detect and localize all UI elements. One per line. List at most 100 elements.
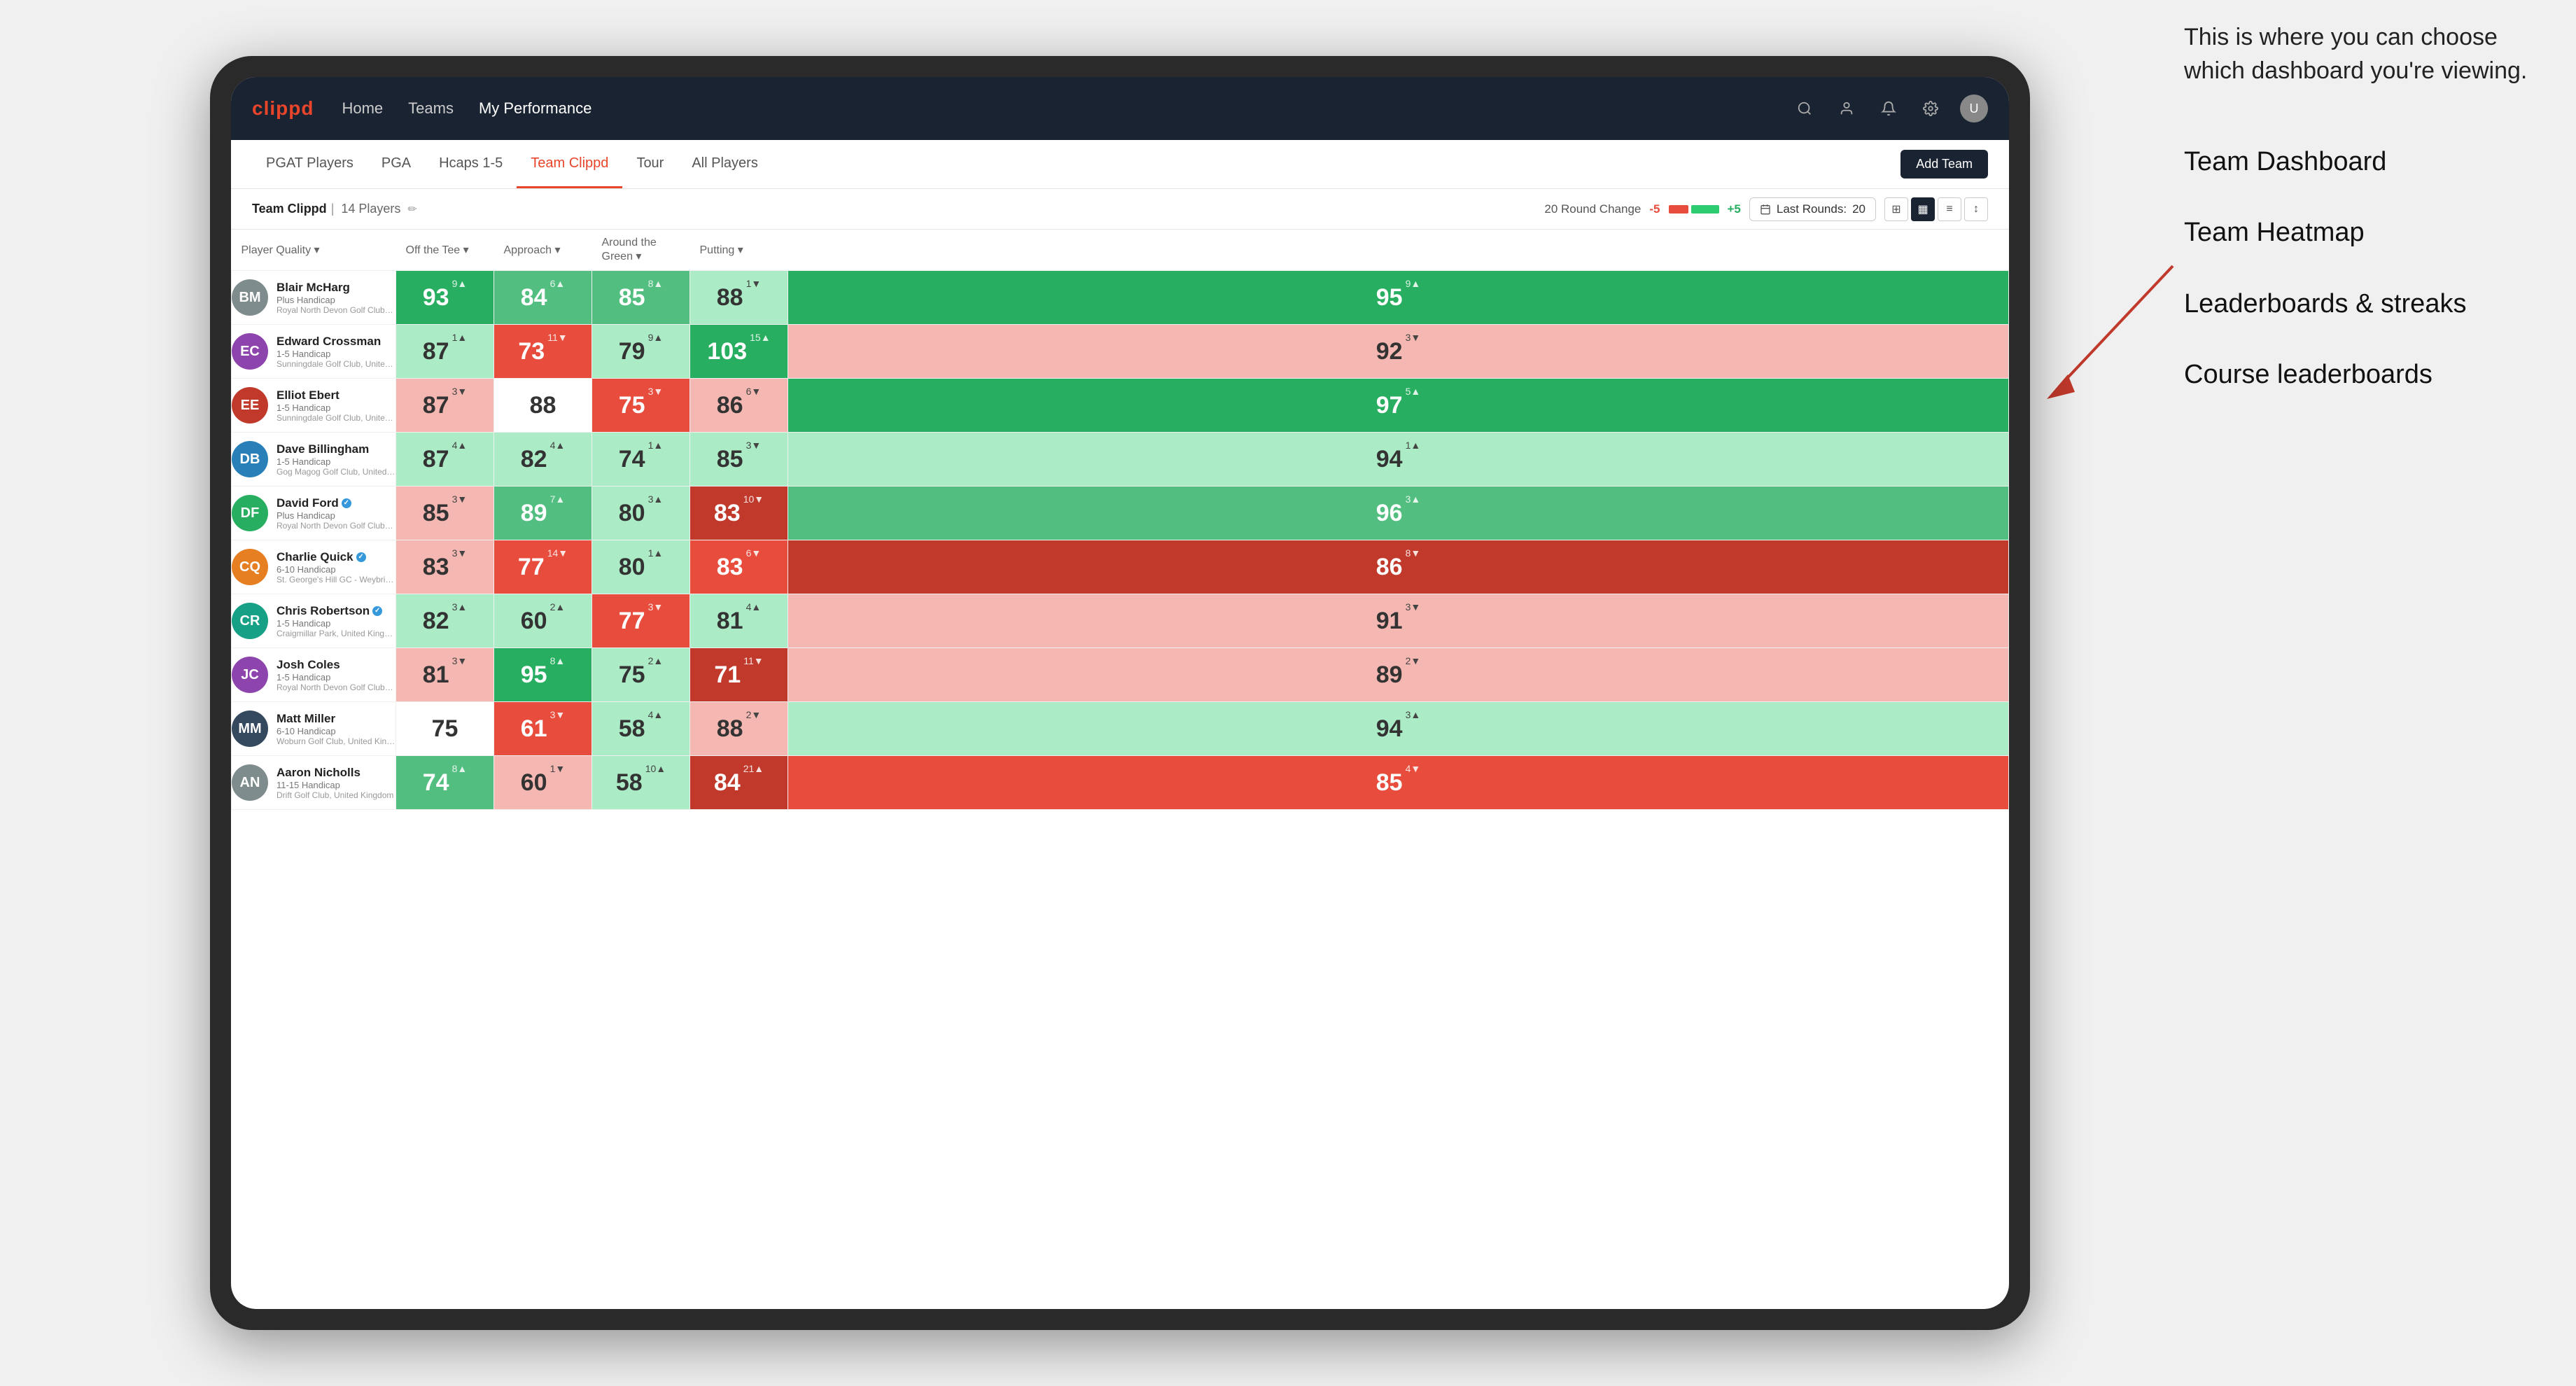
- table-row[interactable]: EC Edward Crossman 1-5 Handicap Sunningd…: [232, 325, 2009, 379]
- player-club: Woburn Golf Club, United Kingdom: [276, 736, 396, 746]
- table-row[interactable]: JC Josh Coles 1-5 Handicap Royal North D…: [232, 648, 2009, 702]
- player-avatar: DB: [232, 441, 268, 477]
- view-grid-button[interactable]: ⊞: [1884, 197, 1908, 221]
- round-change: 20 Round Change -5 +5 Last Rounds: 20 ⊞ …: [1544, 197, 1988, 221]
- view-sort-button[interactable]: ↕: [1964, 197, 1988, 221]
- table-row[interactable]: EE Elliot Ebert 1-5 Handicap Sunningdale…: [232, 379, 2009, 433]
- edit-icon[interactable]: ✏: [407, 202, 416, 216]
- score-cell: 8310: [690, 486, 788, 540]
- search-icon[interactable]: [1792, 96, 1817, 121]
- user-avatar[interactable]: U: [1960, 94, 1988, 122]
- table-row[interactable]: MM Matt Miller 6-10 Handicap Woburn Golf…: [232, 702, 2009, 756]
- player-club: Royal North Devon Golf Club, United King…: [276, 521, 396, 531]
- player-name: Dave Billingham: [276, 442, 396, 456]
- player-avatar: CQ: [232, 549, 268, 585]
- top-nav: clippd Home Teams My Performance: [231, 77, 2009, 140]
- table-row[interactable]: CR Chris Robertson✓ 1-5 Handicap Craigmi…: [232, 594, 2009, 648]
- score-cell: 853: [396, 486, 494, 540]
- player-name: Elliot Ebert: [276, 388, 396, 402]
- player-info: CR Chris Robertson✓ 1-5 Handicap Craigmi…: [232, 603, 396, 639]
- data-table: Player Quality ▾ Off the Tee ▾ Approach …: [231, 230, 2009, 810]
- score-cell: 753: [592, 379, 690, 433]
- subnav-hcaps[interactable]: Hcaps 1-5: [425, 140, 517, 188]
- player-club: Sunningdale Golf Club, United Kingdom: [276, 359, 396, 369]
- score-cell: 88: [494, 379, 592, 433]
- annotation-items: Team Dashboard Team Heatmap Leaderboards…: [2184, 144, 2548, 393]
- player-cell: AN Aaron Nicholls 11-15 Handicap Drift G…: [232, 756, 396, 810]
- nav-link-home[interactable]: Home: [342, 99, 383, 118]
- subnav-pgat[interactable]: PGAT Players: [252, 140, 368, 188]
- score-cell: 871: [396, 325, 494, 379]
- table-row[interactable]: DB Dave Billingham 1-5 Handicap Gog Mago…: [232, 433, 2009, 486]
- th-putting[interactable]: Putting ▾: [690, 230, 788, 271]
- player-cell: CR Chris Robertson✓ 1-5 Handicap Craigmi…: [232, 594, 396, 648]
- score-cell: 748: [396, 756, 494, 810]
- add-team-button[interactable]: Add Team: [1900, 150, 1988, 178]
- nav-link-teams[interactable]: Teams: [408, 99, 454, 118]
- player-club: Royal North Devon Golf Club, United King…: [276, 305, 396, 315]
- table-header-row: Player Quality ▾ Off the Tee ▾ Approach …: [232, 230, 2009, 271]
- annotation-item-2: Team Heatmap: [2184, 214, 2548, 251]
- player-avatar: MM: [232, 710, 268, 747]
- th-player[interactable]: Player Quality ▾: [232, 230, 396, 271]
- player-name: Edward Crossman: [276, 335, 396, 349]
- score-cell: 833: [396, 540, 494, 594]
- app-logo: clippd: [252, 97, 314, 120]
- player-handicap: 6-10 Handicap: [276, 564, 396, 575]
- settings-icon[interactable]: [1918, 96, 1943, 121]
- score-cell: 814: [690, 594, 788, 648]
- th-around-green[interactable]: Around the Green ▾: [592, 230, 690, 271]
- score-cell: 5810: [592, 756, 690, 810]
- last-rounds-button[interactable]: Last Rounds: 20: [1749, 197, 1876, 221]
- table-row[interactable]: AN Aaron Nicholls 11-15 Handicap Drift G…: [232, 756, 2009, 810]
- score-cell: 866: [690, 379, 788, 433]
- player-cell: JC Josh Coles 1-5 Handicap Royal North D…: [232, 648, 396, 702]
- subnav-teamclippd[interactable]: Team Clippd: [517, 140, 622, 188]
- subnav-pga[interactable]: PGA: [368, 140, 425, 188]
- player-avatar: BM: [232, 279, 268, 316]
- nav-link-myperformance[interactable]: My Performance: [479, 99, 592, 118]
- player-avatar: CR: [232, 603, 268, 639]
- player-name: David Ford✓: [276, 496, 396, 510]
- annotation-arrow: [2033, 259, 2187, 413]
- annotation-intro: This is where you can choose which dashb…: [2184, 21, 2548, 88]
- player-handicap: Plus Handicap: [276, 510, 396, 521]
- team-header: Team Clippd | 14 Players ✏ 20 Round Chan…: [231, 189, 2009, 230]
- player-details: Blair McHarg Plus Handicap Royal North D…: [276, 281, 396, 315]
- score-cell: 892: [788, 648, 2009, 702]
- player-cell: EE Elliot Ebert 1-5 Handicap Sunningdale…: [232, 379, 396, 433]
- subnav-allplayers[interactable]: All Players: [678, 140, 771, 188]
- score-cell: 752: [592, 648, 690, 702]
- player-name: Matt Miller: [276, 712, 396, 726]
- profile-icon[interactable]: [1834, 96, 1859, 121]
- score-cell: 741: [592, 433, 690, 486]
- player-details: Matt Miller 6-10 Handicap Woburn Golf Cl…: [276, 712, 396, 746]
- player-info: EE Elliot Ebert 1-5 Handicap Sunningdale…: [232, 387, 396, 424]
- bell-icon[interactable]: [1876, 96, 1901, 121]
- table-row[interactable]: CQ Charlie Quick✓ 6-10 Handicap St. Geor…: [232, 540, 2009, 594]
- player-details: David Ford✓ Plus Handicap Royal North De…: [276, 496, 396, 531]
- player-details: Edward Crossman 1-5 Handicap Sunningdale…: [276, 335, 396, 369]
- player-club: Royal North Devon Golf Club, United King…: [276, 682, 396, 692]
- team-separator: |: [331, 202, 335, 216]
- score-cell: 923: [788, 325, 2009, 379]
- score-cell: 836: [690, 540, 788, 594]
- verified-badge: ✓: [342, 498, 351, 508]
- table-row[interactable]: DF David Ford✓ Plus Handicap Royal North…: [232, 486, 2009, 540]
- player-handicap: 1-5 Handicap: [276, 672, 396, 682]
- player-info: CQ Charlie Quick✓ 6-10 Handicap St. Geor…: [232, 549, 396, 585]
- sub-nav: PGAT Players PGA Hcaps 1-5 Team Clippd T…: [231, 140, 2009, 189]
- score-cell: 873: [396, 379, 494, 433]
- view-buttons: ⊞ ▦ ≡ ↕: [1884, 197, 1988, 221]
- th-off-tee[interactable]: Off the Tee ▾: [396, 230, 494, 271]
- annotation-area: This is where you can choose which dashb…: [2184, 21, 2548, 427]
- view-heatmap-button[interactable]: ▦: [1911, 197, 1935, 221]
- score-cell: 602: [494, 594, 592, 648]
- subnav-tour[interactable]: Tour: [622, 140, 678, 188]
- score-cell: 613: [494, 702, 592, 756]
- view-list-button[interactable]: ≡: [1938, 197, 1961, 221]
- score-cell: 941: [788, 433, 2009, 486]
- th-approach[interactable]: Approach ▾: [494, 230, 592, 271]
- score-cell: 803: [592, 486, 690, 540]
- table-row[interactable]: BM Blair McHarg Plus Handicap Royal Nort…: [232, 271, 2009, 325]
